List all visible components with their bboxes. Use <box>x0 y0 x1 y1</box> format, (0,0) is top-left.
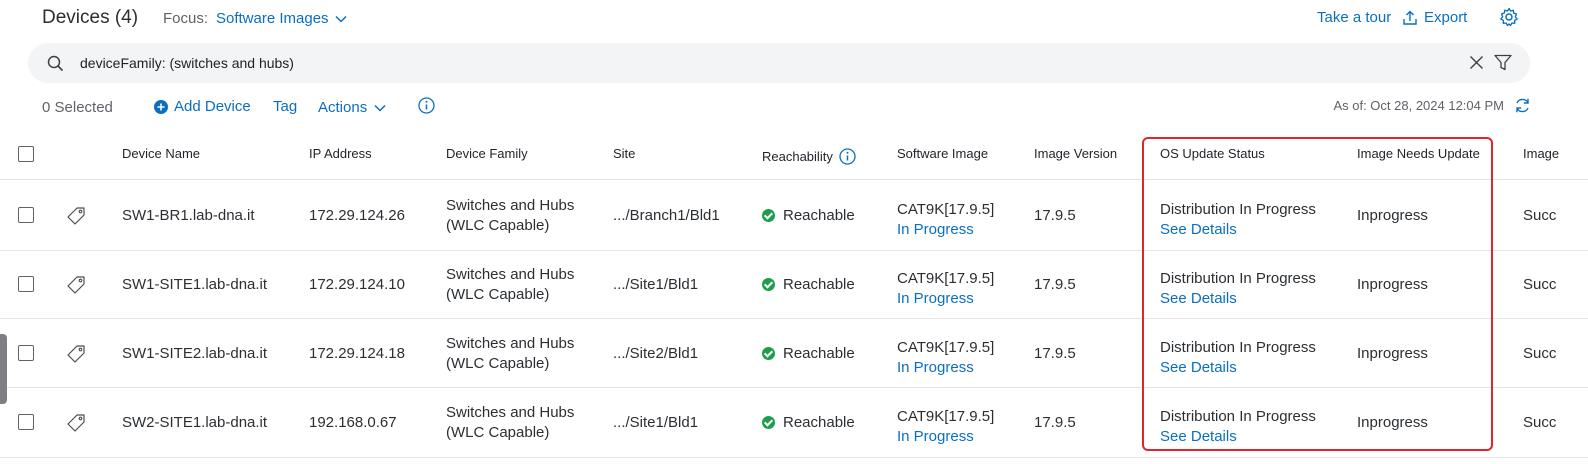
filter-button[interactable] <box>1494 54 1512 71</box>
side-panel-handle[interactable] <box>0 334 7 404</box>
image-version: 17.9.5 <box>1034 414 1076 431</box>
col-device-name[interactable]: Device Name <box>122 146 200 161</box>
tag-button[interactable]: Tag <box>273 98 297 115</box>
gear-icon <box>1500 7 1518 27</box>
image-truncated: Succ <box>1523 344 1557 362</box>
plus-circle-icon <box>154 99 168 114</box>
reachability: Reachable <box>762 345 855 362</box>
check-circle-icon <box>762 277 775 291</box>
col-software-image[interactable]: Software Image <box>897 146 988 161</box>
image-status-link[interactable]: In Progress <box>897 427 994 447</box>
search-input[interactable]: deviceFamily: (switches and hubs) <box>80 55 294 71</box>
tag-icon[interactable] <box>66 206 86 226</box>
actions-dropdown[interactable]: Actions <box>318 99 386 116</box>
col-reachability-label: Reachability <box>762 149 833 164</box>
focus-dropdown[interactable]: Software Images <box>216 10 347 27</box>
info-icon <box>418 97 435 114</box>
refresh-button[interactable] <box>1514 97 1531 114</box>
device-name-link[interactable]: SW1-BR1.lab-dna.it <box>122 207 255 224</box>
device-family: Switches and Hubs (WLC Capable) <box>446 265 575 303</box>
clear-search-button[interactable] <box>1469 55 1484 70</box>
export-icon <box>1403 10 1417 25</box>
site: .../Site1/Bld1 <box>613 275 699 293</box>
image-version: 17.9.5 <box>1034 207 1076 224</box>
info-icon[interactable] <box>839 148 856 165</box>
image-version: 17.9.5 <box>1034 275 1076 293</box>
image-version: 17.9.5 <box>1034 344 1076 362</box>
software-image: CAT9K[17.9.5] In Progress <box>897 269 995 309</box>
row-checkbox[interactable] <box>18 344 34 361</box>
col-reachability[interactable]: Reachability <box>762 148 856 165</box>
image-status-link[interactable]: In Progress <box>897 289 994 309</box>
device-family: Switches and Hubs (WLC Capable) <box>446 334 575 372</box>
col-image-version[interactable]: Image Version <box>1034 146 1117 161</box>
export-label: Export <box>1424 9 1468 26</box>
row-checkbox[interactable] <box>18 275 34 292</box>
actions-label: Actions <box>318 99 368 116</box>
reachability: Reachable <box>762 207 855 224</box>
col-ip-address[interactable]: IP Address <box>309 146 372 161</box>
close-icon <box>1470 56 1483 69</box>
device-name-link[interactable]: SW1-SITE1.lab-dna.it <box>122 276 267 293</box>
take-tour-link[interactable]: Take a tour <box>1317 9 1391 26</box>
software-image: CAT9K[17.9.5] In Progress <box>897 201 995 240</box>
take-tour-label: Take a tour <box>1317 9 1392 26</box>
ip-address: 192.168.0.67 <box>309 414 397 431</box>
ip-address: 172.29.124.18 <box>309 344 405 362</box>
focus-label: Focus: <box>163 10 209 27</box>
device-family: Switches and Hubs (WLC Capable) <box>446 404 575 441</box>
check-circle-icon <box>762 416 775 429</box>
as-of-timestamp: As of: Oct 28, 2024 12:04 PM <box>1333 98 1504 113</box>
refresh-icon <box>1516 98 1529 113</box>
image-truncated: Succ <box>1523 207 1557 224</box>
filter-icon <box>1494 54 1512 71</box>
row-checkbox[interactable] <box>18 207 34 223</box>
site: .../Site2/Bld1 <box>613 344 699 362</box>
image-status-link[interactable]: In Progress <box>897 358 994 378</box>
site: .../Site1/Bld1 <box>613 414 699 431</box>
software-image: CAT9K[17.9.5] In Progress <box>897 408 995 447</box>
check-circle-icon <box>762 346 775 360</box>
image-truncated: Succ <box>1523 275 1557 293</box>
row-divider <box>0 457 1588 458</box>
chevron-down-icon <box>335 15 347 23</box>
reachability: Reachable <box>762 414 855 431</box>
ip-address: 172.29.124.10 <box>309 275 405 293</box>
col-image-truncated[interactable]: Image <box>1523 146 1559 161</box>
ip-address: 172.29.124.26 <box>309 207 405 224</box>
page-title: Devices (4) <box>42 7 139 28</box>
site: .../Branch1/Bld1 <box>613 207 720 224</box>
focus-value: Software Images <box>216 10 329 27</box>
actions-info-button[interactable] <box>418 97 435 114</box>
tag-icon[interactable] <box>66 413 86 433</box>
highlight-box <box>1142 137 1493 451</box>
chevron-down-icon <box>374 104 386 112</box>
device-name-link[interactable]: SW2-SITE1.lab-dna.it <box>122 414 267 431</box>
search-icon <box>47 55 64 72</box>
settings-button[interactable] <box>1499 7 1519 27</box>
image-truncated: Succ <box>1523 414 1557 431</box>
tag-icon[interactable] <box>66 275 86 295</box>
export-button[interactable]: Export <box>1402 9 1467 26</box>
check-circle-icon <box>762 209 775 222</box>
reachability: Reachable <box>762 276 855 293</box>
row-checkbox[interactable] <box>18 414 34 430</box>
col-site[interactable]: Site <box>613 146 635 161</box>
device-family: Switches and Hubs (WLC Capable) <box>446 197 575 234</box>
tag-icon[interactable] <box>66 344 86 364</box>
add-device-button[interactable]: Add Device <box>154 98 251 115</box>
software-image: CAT9K[17.9.5] In Progress <box>897 338 995 378</box>
add-device-label: Add Device <box>174 98 251 115</box>
selected-count: 0 Selected <box>42 99 113 116</box>
image-status-link[interactable]: In Progress <box>897 220 994 240</box>
device-name-link[interactable]: SW1-SITE2.lab-dna.it <box>122 345 267 362</box>
select-all-checkbox[interactable] <box>18 146 34 162</box>
col-device-family[interactable]: Device Family <box>446 146 528 161</box>
